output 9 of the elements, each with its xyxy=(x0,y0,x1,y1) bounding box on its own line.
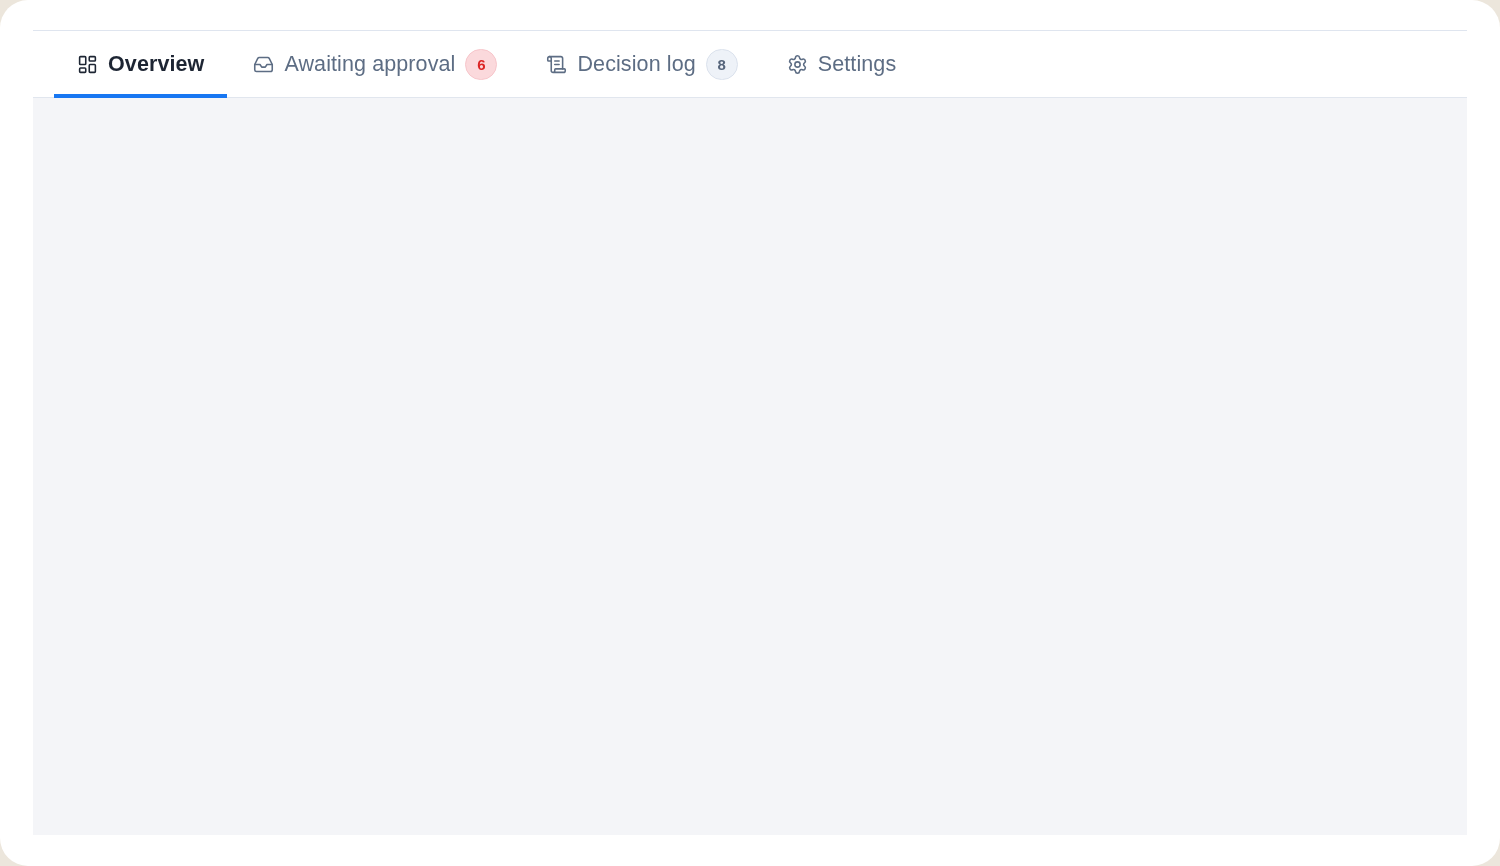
settings-icon xyxy=(786,54,808,75)
scroll-icon xyxy=(546,54,568,75)
tab[interactable]: Settings xyxy=(763,31,920,98)
tab[interactable]: Awaiting approval 6 xyxy=(230,31,521,98)
count-badge: 6 xyxy=(465,49,498,80)
tab[interactable]: Decision log 8 xyxy=(523,31,761,98)
inbox-icon xyxy=(253,54,275,75)
count-badge: 8 xyxy=(705,49,738,80)
dashboard-icon xyxy=(77,54,98,75)
